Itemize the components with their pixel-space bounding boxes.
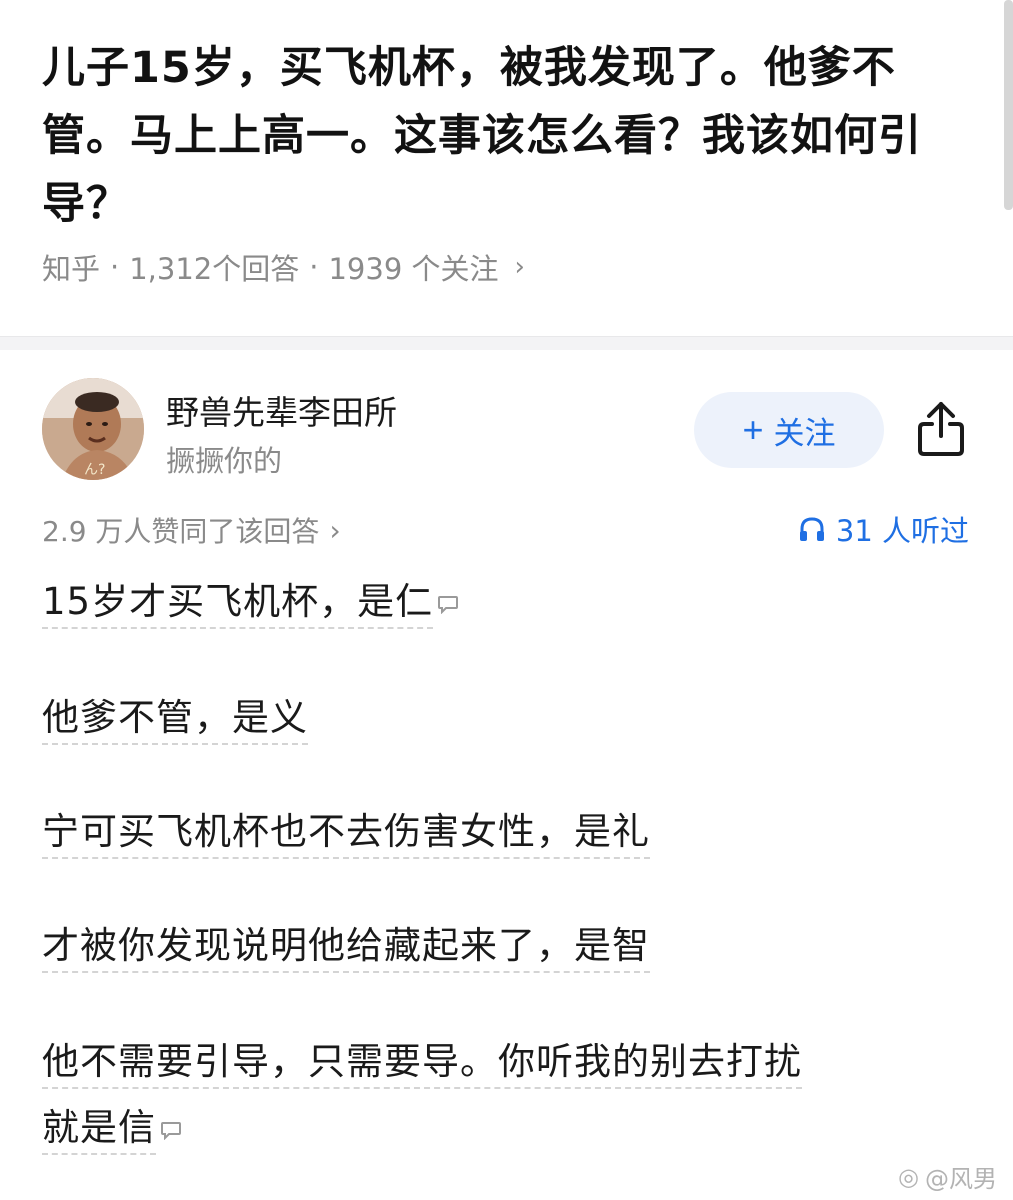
source-label: 知乎 xyxy=(42,252,101,286)
answers-count: 1,312个回答 xyxy=(129,252,300,286)
answer-line: 就是信 xyxy=(42,1100,182,1156)
answer-line-text: 宁可买飞机杯也不去伤害女性，是礼 xyxy=(42,810,650,859)
followers-count: 1939 个关注 xyxy=(328,252,499,286)
answer-line-text: 就是信 xyxy=(42,1106,156,1155)
author-name[interactable]: 野兽先辈李田所 xyxy=(166,386,397,434)
answer-line: 宁可买飞机杯也不去伤害女性，是礼 xyxy=(42,804,650,860)
question-title[interactable]: 儿子15岁，买飞机杯，被我发现了。他爹不管。马上上高一。这事该怎么看？我该如何引… xyxy=(42,34,962,238)
headphones-icon xyxy=(799,517,824,541)
weibo-logo-icon: ◎ xyxy=(898,1162,919,1191)
answer-line-text: 15岁才买飞机杯，是仁 xyxy=(42,580,434,629)
chevron-right-icon: › xyxy=(329,513,341,547)
plus-icon: + xyxy=(742,409,764,450)
listen-text: 31 人听过 xyxy=(835,514,969,548)
watermark-text: @风男 xyxy=(925,1165,997,1193)
question-header: 儿子15岁，买飞机杯，被我发现了。他爹不管。马上上高一。这事该怎么看？我该如何引… xyxy=(42,34,962,238)
approval-count[interactable]: 2.9 万人赞同了该回答 › xyxy=(42,510,341,550)
comment-bubble-icon[interactable] xyxy=(160,1120,182,1140)
avatar[interactable]: ん? xyxy=(42,378,144,480)
meta-separator: · xyxy=(110,250,120,284)
watermark: ◎ @风男 xyxy=(898,1159,997,1194)
meta-separator: · xyxy=(309,250,319,284)
answer-line: 才被你发现说明他给藏起来了，是智 xyxy=(42,918,650,974)
answer-line-text: 才被你发现说明他给藏起来了，是智 xyxy=(42,924,650,973)
scrollbar[interactable] xyxy=(1004,0,1013,210)
chevron-right-icon: › xyxy=(514,252,525,282)
author-bio: 撅撅你的 xyxy=(166,444,283,478)
question-meta[interactable]: 知乎 · 1,312个回答 · 1939 个关注 › xyxy=(42,246,525,288)
approval-text: 2.9 万人赞同了该回答 xyxy=(42,515,320,548)
avatar-portrait-icon: ん? xyxy=(42,378,144,480)
answer-line: 15岁才买飞机杯，是仁 xyxy=(42,574,459,630)
answer-line: 他不需要引导，只需要导。你听我的别去打扰 xyxy=(42,1034,802,1090)
svg-text:ん?: ん? xyxy=(84,462,105,478)
answer-line-text: 他爹不管，是义 xyxy=(42,696,308,745)
answer-line: 他爹不管，是义 xyxy=(42,690,308,746)
comment-bubble-icon[interactable] xyxy=(437,594,459,614)
follow-label: 关注 xyxy=(773,415,836,451)
answer-line-text: 他不需要引导，只需要导。你听我的别去打扰 xyxy=(42,1040,802,1089)
section-divider xyxy=(0,336,1013,350)
listen-count[interactable]: 31 人听过 xyxy=(798,508,969,550)
follow-button[interactable]: + 关注 xyxy=(694,392,884,468)
share-icon[interactable] xyxy=(914,398,968,458)
